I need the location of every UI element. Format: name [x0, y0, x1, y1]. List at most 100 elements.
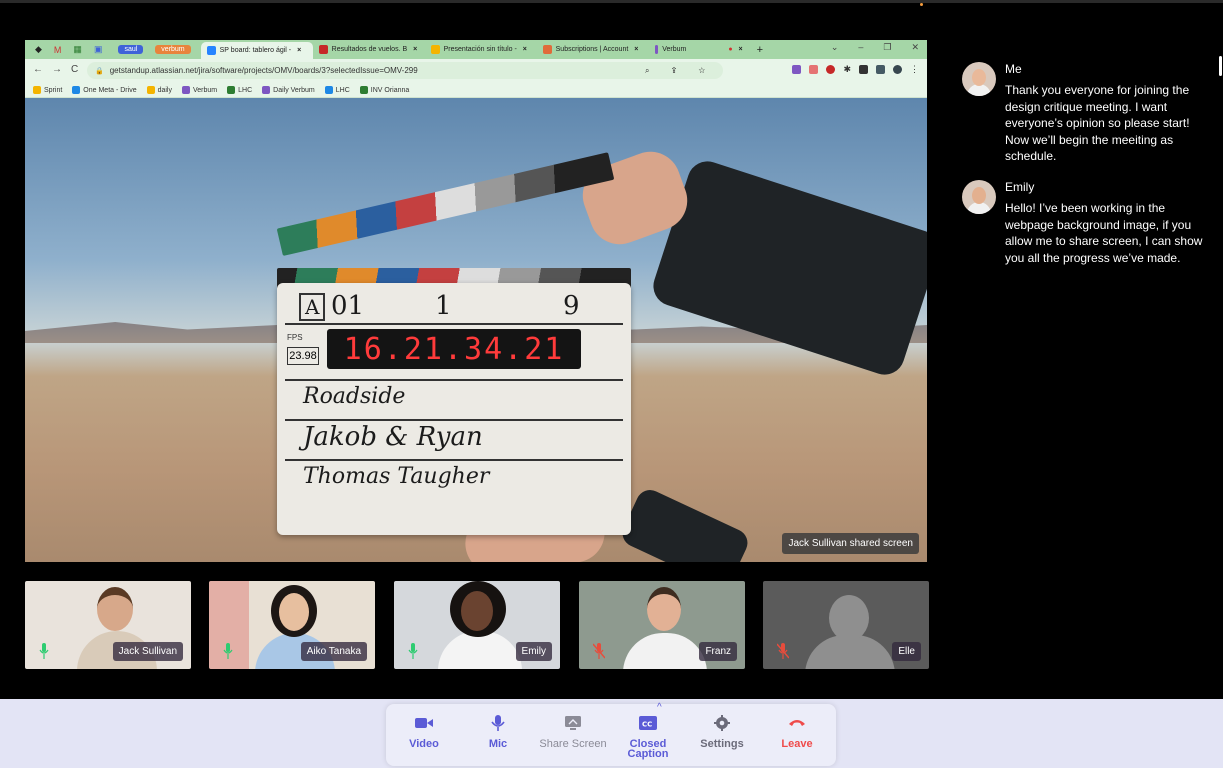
- mic-off-icon[interactable]: [777, 643, 789, 659]
- bookmark[interactable]: Daily Verbum: [262, 85, 315, 94]
- participant-tile[interactable]: Franz: [579, 581, 745, 669]
- close-tab-icon[interactable]: ×: [523, 46, 527, 53]
- back-icon[interactable]: ←: [33, 64, 43, 75]
- mic-on-icon[interactable]: [223, 643, 233, 659]
- extension-icon[interactable]: [859, 65, 868, 74]
- slate-top-row: A 01 1 9: [285, 291, 623, 325]
- share-screen-label: Share Screen: [539, 738, 607, 750]
- extension-icon[interactable]: [826, 65, 836, 74]
- tab-subscriptions[interactable]: Subscriptions | Account ×: [537, 41, 649, 58]
- participant-tile[interactable]: Emily: [394, 581, 560, 669]
- app-icon: ◆: [35, 44, 42, 54]
- bookmark[interactable]: Verbum: [182, 85, 217, 94]
- chat-scrollbar[interactable]: [1219, 56, 1222, 76]
- restore-icon[interactable]: ❐: [883, 42, 891, 53]
- phone-hangup-icon: [789, 720, 805, 726]
- closed-caption-button[interactable]: ^ CC Closed Caption: [613, 702, 683, 766]
- message-sender: Me: [1005, 62, 1022, 76]
- bookmarks-bar: Sprint One Meta - Drive daily Verbum LHC…: [25, 82, 927, 98]
- bookmark[interactable]: LHC: [324, 85, 350, 94]
- slate-dir: Jakob & Ryan: [285, 419, 623, 453]
- reload-icon[interactable]: C: [71, 64, 78, 75]
- tab-presentacion[interactable]: Presentación sin título - ×: [425, 41, 537, 58]
- participant-tile[interactable]: Elle: [763, 581, 929, 669]
- slate-scene-b: 1: [435, 291, 452, 321]
- forward-icon[interactable]: →: [52, 64, 62, 75]
- avatar: [962, 180, 996, 214]
- mic-on-icon[interactable]: [408, 643, 418, 659]
- clapper-stick: [276, 152, 615, 256]
- address-actions[interactable]: ⌕ ⇪ ☆: [645, 66, 715, 76]
- close-tab-icon[interactable]: ×: [739, 46, 743, 53]
- share-screen-button[interactable]: Share Screen: [538, 704, 608, 766]
- top-border: [0, 0, 1223, 6]
- close-window-icon[interactable]: ✕: [911, 42, 919, 53]
- bookmark-icon: [33, 85, 41, 94]
- message-text: Thank you everyone for joining the desig…: [1005, 83, 1190, 163]
- extension-icon[interactable]: [809, 65, 819, 74]
- drive-icon: [324, 85, 333, 94]
- verbum-icon: [262, 85, 271, 94]
- slate-fps-label: FPS: [287, 333, 303, 342]
- participant-name: Franz: [699, 642, 737, 661]
- profile-icon[interactable]: [893, 65, 902, 74]
- tab-search-icon[interactable]: ⌄: [831, 42, 839, 53]
- bookmark-icon: [146, 85, 155, 94]
- mic-on-icon[interactable]: [39, 643, 49, 659]
- slides-icon: [430, 45, 440, 54]
- bookmark[interactable]: INV Orianna: [359, 85, 409, 94]
- close-tab-icon[interactable]: ×: [413, 46, 417, 53]
- slate-prod: Roadside: [285, 379, 623, 413]
- shared-screen[interactable]: ◆ M ▦ ▣ saul verbum SP board: tablero ág…: [25, 40, 927, 562]
- tab-group-saul[interactable]: saul: [112, 41, 149, 58]
- participant-name: Elle: [892, 642, 921, 661]
- mic-off-icon[interactable]: [593, 643, 605, 659]
- drive-icon: [72, 85, 81, 94]
- extension-icon[interactable]: [876, 65, 885, 74]
- video-label: Video: [409, 738, 439, 750]
- close-tab-icon[interactable]: ×: [297, 47, 301, 54]
- verbum-icon: [654, 45, 659, 54]
- participant-tile[interactable]: Jack Sullivan: [25, 581, 191, 669]
- extension-icon[interactable]: [792, 65, 802, 74]
- shared-screen-label: Jack Sullivan shared screen: [782, 533, 919, 554]
- minimize-icon[interactable]: –: [858, 42, 863, 53]
- leave-button[interactable]: Leave: [762, 704, 832, 766]
- slate-cam: Thomas Taugher: [285, 459, 623, 493]
- close-tab-icon[interactable]: ×: [634, 46, 638, 53]
- svg-text:CC: CC: [642, 721, 652, 729]
- participant-tile[interactable]: Aiko Tanaka: [209, 581, 375, 669]
- jira-icon: [206, 46, 216, 55]
- slate-timecode: 16.21.34.21: [327, 329, 581, 369]
- bookmark[interactable]: One Meta - Drive: [72, 85, 137, 94]
- bookmark[interactable]: Sprint: [33, 85, 62, 94]
- new-tab-icon[interactable]: +: [757, 44, 763, 56]
- tab-vuelos[interactable]: Resultados de vuelos. B ×: [313, 41, 425, 58]
- mic-button[interactable]: Mic: [463, 704, 533, 766]
- tab-sp-board[interactable]: SP board: tablero ágil - ×: [200, 42, 313, 59]
- bookmark[interactable]: LHC: [227, 85, 252, 94]
- mic-label: Mic: [488, 738, 508, 750]
- window-controls: ⌄ – ❐ ✕: [831, 42, 919, 53]
- avatar: [962, 62, 996, 96]
- sheets-icon: [227, 85, 236, 94]
- chevron-up-icon[interactable]: ^: [657, 702, 662, 713]
- message-sender: Emily: [1005, 180, 1035, 194]
- video-call-app: ◆ M ▦ ▣ saul verbum SP board: tablero ág…: [0, 0, 1223, 768]
- menu-icon[interactable]: ⋮: [910, 64, 919, 75]
- participant-name: Emily: [515, 642, 552, 661]
- settings-button[interactable]: Settings: [687, 704, 757, 766]
- address-bar[interactable]: 🔒 getstandup.atlassian.net/jira/software…: [87, 62, 723, 79]
- recording-icon: ●: [728, 46, 733, 53]
- puzzle-icon[interactable]: ✱: [843, 64, 851, 75]
- participant-name: Jack Sullivan: [112, 642, 183, 661]
- bookmark[interactable]: daily: [146, 85, 172, 94]
- arm-sleeve: [617, 485, 753, 562]
- lock-icon: 🔒: [95, 67, 104, 75]
- video-button[interactable]: Video: [389, 704, 459, 766]
- tab-group-verbum[interactable]: verbum: [149, 41, 196, 58]
- microphone-icon: [491, 715, 505, 731]
- video-camera-icon: [415, 718, 433, 728]
- shared-content-image: A 01 1 9 FPS 23.98 16.21.34.21 Roadside …: [25, 98, 927, 562]
- tab-verbum[interactable]: Verbum ● ×: [649, 41, 749, 58]
